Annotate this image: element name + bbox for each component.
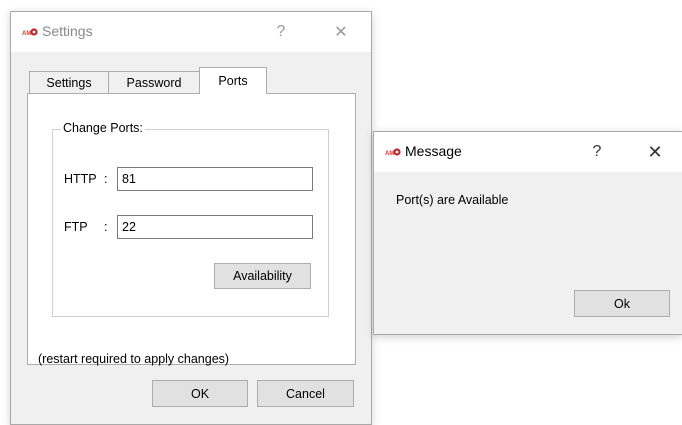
tab-ports-label: Ports	[218, 74, 248, 88]
svg-text:AM: AM	[385, 151, 394, 157]
change-ports-legend: Change Ports:	[61, 121, 145, 135]
tab-password-label: Password	[126, 76, 182, 90]
message-close-button[interactable]: ✕	[638, 138, 672, 166]
help-icon: ?	[276, 23, 286, 40]
http-port-input[interactable]	[117, 167, 313, 191]
availability-button-label: Availability	[233, 269, 292, 283]
message-text: Port(s) are Available	[396, 193, 509, 207]
restart-note: (restart required to apply changes)	[38, 352, 230, 366]
svg-text:AM: AM	[22, 31, 31, 37]
settings-title: Settings	[42, 23, 93, 39]
settings-titlebar[interactable]: AM Settings ? ✕	[11, 12, 371, 52]
settings-close-button[interactable]: ✕	[324, 18, 358, 46]
availability-button[interactable]: Availability	[214, 263, 311, 289]
http-label: HTTP	[64, 172, 97, 186]
close-icon: ✕	[647, 141, 663, 162]
app-logo-icon: AM	[22, 28, 38, 37]
cancel-button-label: Cancel	[286, 386, 325, 401]
message-ok-button[interactable]: Ok	[574, 290, 670, 317]
ports-tab-panel: Change Ports: HTTP : FTP : Availability	[27, 93, 356, 365]
settings-client-area: Settings Password Ports Change Ports: HT…	[11, 52, 371, 424]
tab-settings[interactable]: Settings	[29, 71, 109, 94]
cancel-button[interactable]: Cancel	[257, 380, 354, 407]
ftp-port-input[interactable]	[117, 215, 313, 239]
message-ok-label: Ok	[614, 296, 630, 311]
tab-ports[interactable]: Ports	[199, 67, 267, 94]
ok-button-label: OK	[190, 386, 210, 401]
help-icon: ?	[592, 143, 602, 160]
http-colon: :	[104, 172, 108, 186]
ftp-colon: :	[104, 220, 108, 234]
tab-password[interactable]: Password	[108, 71, 200, 94]
ftp-label: FTP	[64, 220, 88, 234]
message-title: Message	[405, 143, 462, 159]
message-client-area: Port(s) are Available Ok	[374, 172, 682, 334]
tab-settings-label: Settings	[46, 76, 92, 90]
message-help-button[interactable]: ?	[580, 138, 614, 166]
app-logo-icon: AM	[385, 148, 401, 157]
message-titlebar[interactable]: AM Message ? ✕	[374, 132, 682, 172]
settings-help-button[interactable]: ?	[264, 18, 298, 46]
settings-dialog: AM Settings ? ✕ Settings Password Ports …	[10, 11, 372, 425]
change-ports-groupbox: Change Ports: HTTP : FTP : Availability	[52, 121, 329, 317]
message-dialog: AM Message ? ✕ Port(s) are Available Ok	[373, 131, 682, 335]
close-icon: ✕	[334, 24, 348, 41]
ok-button[interactable]: OK	[152, 380, 248, 407]
